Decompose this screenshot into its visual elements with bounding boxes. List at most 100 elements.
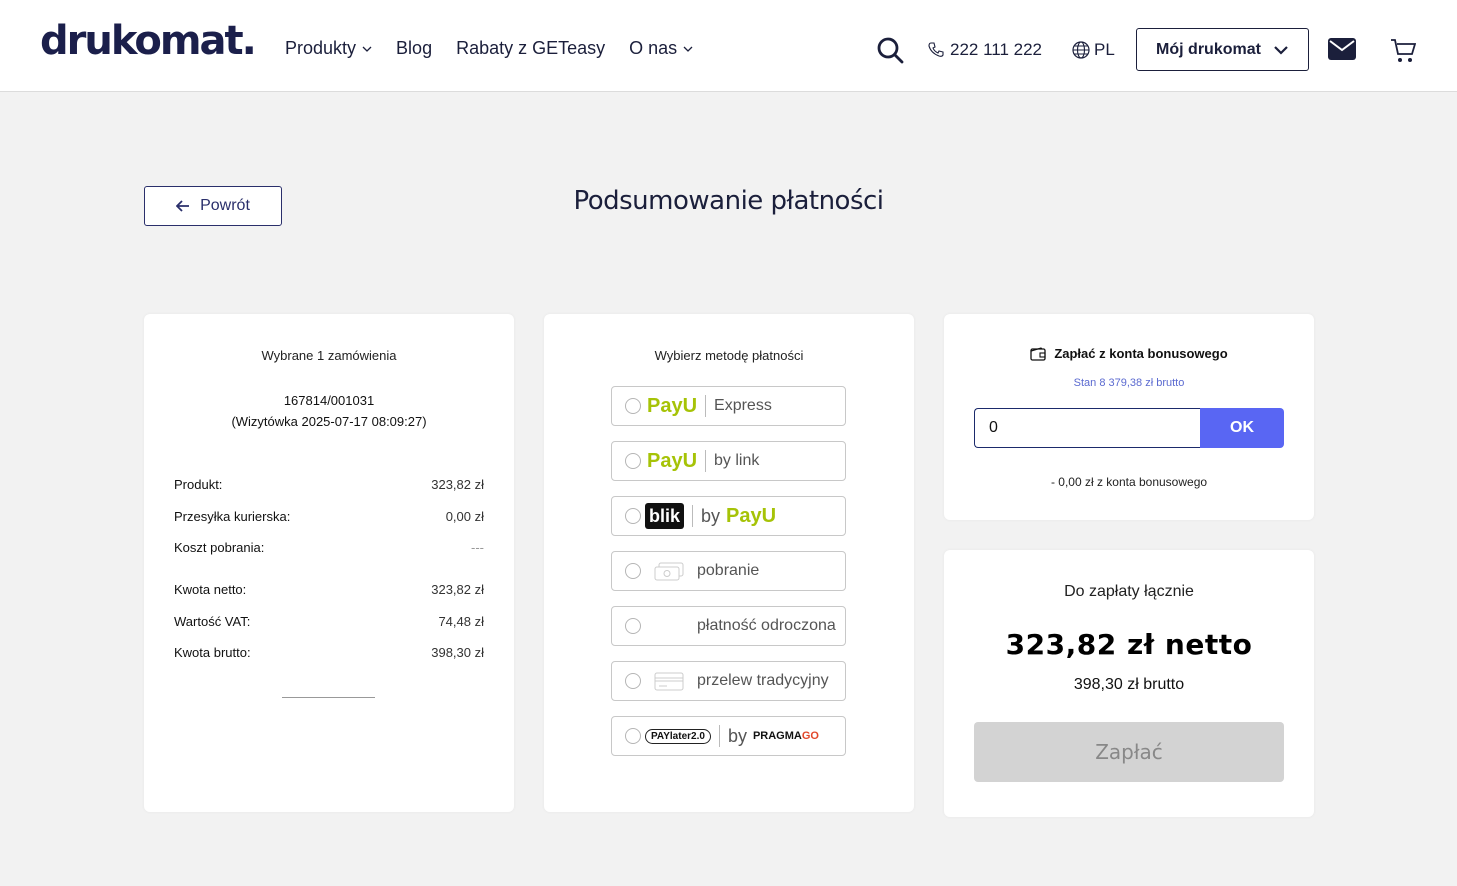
radio[interactable] <box>625 673 641 689</box>
order-id: 167814/001031 <box>283 393 375 408</box>
go-text: GO <box>801 730 819 742</box>
ok-button[interactable]: OK <box>1200 408 1284 448</box>
separator <box>705 395 707 417</box>
summary-row: Produkt: 323,82 zł <box>174 477 484 492</box>
nav-label: O nas <box>629 38 678 58</box>
summary-row: Kwota netto: 323,82 zł <box>174 582 484 597</box>
radio[interactable] <box>625 453 641 469</box>
payment-option-blik[interactable]: blik by PayU <box>611 496 846 536</box>
option-label: pobranie <box>697 562 760 579</box>
summary-row: Przesyłka kurierska: 0,00 zł <box>174 509 484 524</box>
site-header: drukomat. Produkty Blog Rabaty z GETeasy… <box>0 0 1457 92</box>
row-label: Kwota netto: <box>174 582 247 597</box>
summary-row: Wartość VAT: 74,48 zł <box>174 614 484 629</box>
pragma-text: PRAGMA <box>752 730 802 742</box>
bonus-balance: Stan 8 379,38 zł brutto <box>1073 377 1185 389</box>
nav-o-nas[interactable]: O nas <box>629 38 693 59</box>
option-label: by <box>727 725 747 746</box>
nav-label: Blog <box>396 38 433 58</box>
blik-logo: blik <box>645 503 685 529</box>
nav-blog[interactable]: Blog <box>396 38 432 59</box>
total-heading: Do zapłaty łącznie <box>1064 583 1194 600</box>
payu-logo: PayU <box>647 449 698 472</box>
row-label: Kwota brutto: <box>174 645 251 660</box>
radio[interactable] <box>625 563 641 579</box>
language-label: PL <box>1094 40 1115 59</box>
row-value: 323,82 zł <box>431 582 484 597</box>
separator <box>705 450 707 472</box>
wallet-icon <box>1030 346 1046 361</box>
chevron-down-icon <box>1274 45 1288 55</box>
order-desc: (Wizytówka 2025-07-17 08:09:27) <box>231 414 427 429</box>
order-summary-card: Wybrane 1 zamówienia 167814/001031 (Wizy… <box>144 314 514 812</box>
card-icon <box>654 672 684 691</box>
paylater-logo: PAYlater2.0 <box>645 728 711 744</box>
payment-methods-card: Wybierz metodę płatności PayU Express Pa… <box>544 314 914 812</box>
phone-link[interactable]: 222 111 222 <box>928 40 1042 60</box>
option-label: Express <box>714 397 772 414</box>
payment-option-paylater[interactable]: PAYlater2.0 by PRAGMAGO <box>611 716 846 756</box>
payment-heading: Wybierz metodę płatności <box>654 348 804 363</box>
page-title: Podsumowanie płatności <box>573 186 884 216</box>
bonus-heading: Zapłać z konta bonusowego <box>1054 346 1228 361</box>
chevron-down-icon <box>362 46 372 52</box>
payu-logo: PayU <box>726 504 777 527</box>
summary-row: Koszt pobrania: --- <box>174 540 484 555</box>
divider <box>282 697 375 698</box>
row-value: 323,82 zł <box>431 477 484 492</box>
total-card: Do zapłaty łącznie 323,82 zł netto 398,3… <box>944 550 1314 817</box>
row-label: Koszt pobrania: <box>174 540 265 555</box>
search-icon[interactable] <box>876 36 904 64</box>
option-label: by link <box>714 452 760 469</box>
bonus-deduction: - 0,00 zł z konta bonusowego <box>1050 475 1208 489</box>
option-label: przelew tradycyjny <box>697 672 829 689</box>
payment-option-przelew[interactable]: przelew tradycyjny <box>611 661 846 701</box>
pragmago-logo: PRAGMAGO <box>753 730 819 742</box>
bonus-amount-input[interactable] <box>974 408 1201 448</box>
row-label: Przesyłka kurierska: <box>174 509 291 524</box>
row-value: 398,30 zł <box>431 645 484 660</box>
bonus-card: Zapłać z konta bonusowego Stan 8 379,38 … <box>944 314 1314 520</box>
summary-row: Kwota brutto: 398,30 zł <box>174 645 484 660</box>
main-nav: Produkty Blog Rabaty z GETeasy O nas <box>285 38 693 59</box>
payment-option-payu-express[interactable]: PayU Express <box>611 386 846 426</box>
phone-number: 222 111 222 <box>950 40 1043 59</box>
account-dropdown-button[interactable]: Mój drukomat <box>1136 28 1309 71</box>
pay-button[interactable]: Zapłać <box>974 722 1284 782</box>
order-info: 167814/001031 (Wizytówka 2025-07-17 08:0… <box>144 390 514 432</box>
separator <box>718 725 720 747</box>
row-value: 0,00 zł <box>445 509 484 524</box>
row-value: --- <box>471 540 484 555</box>
radio[interactable] <box>625 618 641 634</box>
summary-heading: Wybrane 1 zamówienia <box>261 348 397 363</box>
mail-icon[interactable] <box>1328 38 1356 60</box>
payment-option-pobranie[interactable]: pobranie <box>611 551 846 591</box>
total-net: 323,82 zł netto <box>1005 628 1253 661</box>
payu-logo: PayU <box>647 394 698 417</box>
row-label: Produkt: <box>174 477 223 492</box>
option-label: płatność odroczona <box>697 617 836 634</box>
option-label: by <box>701 505 721 526</box>
logo[interactable]: drukomat. <box>40 18 257 64</box>
chevron-down-icon <box>683 46 693 52</box>
payment-option-payu-link[interactable]: PayU by link <box>611 441 846 481</box>
account-label: Mój drukomat <box>1156 40 1261 58</box>
nav-produkty[interactable]: Produkty <box>285 38 372 59</box>
payment-option-odroczona[interactable]: płatność odroczona <box>611 606 846 646</box>
phone-icon <box>928 42 944 57</box>
row-value: 74,48 zł <box>438 614 484 629</box>
nav-rabaty[interactable]: Rabaty z GETeasy <box>456 38 605 59</box>
nav-label: Produkty <box>285 38 357 58</box>
separator <box>692 505 694 527</box>
cash-icon <box>654 562 684 581</box>
row-label: Wartość VAT: <box>174 614 251 629</box>
radio[interactable] <box>625 508 641 524</box>
bonus-heading-row: Zapłać z konta bonusowego <box>944 346 1314 361</box>
globe-icon <box>1072 41 1090 59</box>
radio[interactable] <box>625 728 641 744</box>
total-gross: 398,30 zł brutto <box>1073 676 1185 693</box>
radio[interactable] <box>625 398 641 414</box>
nav-label: Rabaty z GETeasy <box>456 38 606 58</box>
cart-icon[interactable] <box>1390 36 1416 64</box>
language-switch[interactable]: PL <box>1072 40 1115 60</box>
